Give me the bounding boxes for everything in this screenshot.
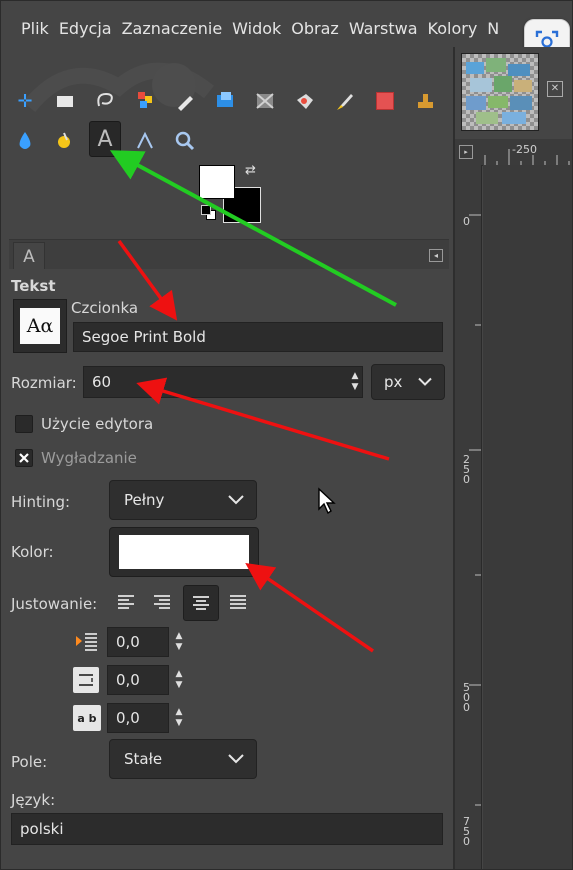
crop-icon[interactable] <box>213 89 237 113</box>
line-spacing-icon <box>73 667 99 693</box>
use-editor-label: Użycie edytora <box>41 415 154 433</box>
vruler-label-250: 250 <box>463 453 470 486</box>
justify-label: Justowanie: <box>11 595 98 613</box>
chevron-down-icon <box>228 495 244 505</box>
letter-spacing-input[interactable]: 0,0 <box>107 703 169 733</box>
clone-icon[interactable] <box>413 89 437 113</box>
justify-right-button[interactable] <box>151 591 173 613</box>
menu-edycja[interactable]: Edycja <box>59 19 112 38</box>
text-color-swatch <box>119 535 249 569</box>
eraser-icon[interactable] <box>373 89 397 113</box>
image-canvas[interactable] <box>483 165 572 869</box>
vruler-ticks <box>469 214 481 806</box>
menu-plik[interactable]: Plik <box>21 19 49 38</box>
chevron-down-icon <box>228 754 244 764</box>
vruler-label-750: 750 <box>463 815 470 848</box>
mouse-cursor-icon <box>317 487 337 515</box>
size-unit-value: px <box>384 373 403 391</box>
dodge-burn-icon[interactable] <box>13 129 37 153</box>
size-unit-select[interactable]: px <box>371 364 445 400</box>
horizontal-ruler: ▸ -250 <box>455 139 572 166</box>
align-justify-icon <box>230 595 246 609</box>
lasso-icon[interactable] <box>93 89 117 113</box>
default-colors-icon[interactable] <box>201 205 216 220</box>
menu-obraz[interactable]: Obraz <box>291 19 339 38</box>
font-label: Czcionka <box>71 299 139 317</box>
text-tool-tab-icon[interactable]: A <box>13 242 45 271</box>
letter-spacing-icon: a b <box>73 705 101 731</box>
size-label: Rozmiar: <box>11 374 77 392</box>
antialias-checkbox[interactable] <box>15 449 33 467</box>
text-color-button[interactable] <box>109 527 259 577</box>
line-spacing-stepper[interactable]: ▲ ▼ <box>169 665 189 695</box>
close-thumbnail-icon[interactable]: ✕ <box>547 81 563 97</box>
hinting-select[interactable]: Pełny <box>109 480 257 520</box>
font-preview-button[interactable]: Aα <box>13 299 67 353</box>
use-editor-checkbox[interactable] <box>15 415 33 433</box>
justify-left-button[interactable] <box>115 591 137 613</box>
rect-select-icon[interactable] <box>53 89 77 113</box>
indent-icon <box>73 629 99 655</box>
measure-icon[interactable] <box>133 129 157 153</box>
tool-options-title: Tekst <box>11 277 56 295</box>
menu-widok[interactable]: Widok <box>232 19 281 38</box>
align-center-icon <box>193 596 209 610</box>
size-stepper[interactable]: ▲ ▼ <box>345 367 365 397</box>
justify-fill-button[interactable] <box>227 591 249 613</box>
fg-bg-colors: ⇄ <box>195 161 275 251</box>
align-right-icon <box>154 595 170 609</box>
menu-zaznaczenie[interactable]: Zaznaczenie <box>122 19 223 38</box>
text-icon[interactable]: A <box>89 121 121 157</box>
hinting-value: Pełny <box>124 491 165 509</box>
tool-options-tab-bar: A ◂ <box>9 239 449 271</box>
language-input[interactable]: polski <box>11 813 443 845</box>
paths-icon[interactable] <box>53 129 77 153</box>
toolbox: ✛ A ⇄ <box>9 47 449 239</box>
line-spacing-input[interactable]: 0,0 <box>107 665 169 695</box>
paintbrush-icon[interactable] <box>333 89 357 113</box>
image-window: ✕ ▸ -250 0 250 500 750 <box>453 47 572 869</box>
check-x-icon <box>19 453 29 463</box>
language-label: Język: <box>11 791 56 809</box>
image-thumbnail[interactable] <box>461 53 539 131</box>
chevron-down-icon <box>418 377 432 386</box>
box-select[interactable]: Stałe <box>109 739 257 779</box>
indent-input[interactable]: 0,0 <box>107 627 169 657</box>
warp-icon[interactable] <box>293 89 317 113</box>
menu-next[interactable]: N <box>487 19 499 38</box>
menu-bar: Plik Edycja Zaznaczenie Widok Obraz Wars… <box>9 9 572 47</box>
vruler-label-500: 500 <box>463 681 470 714</box>
box-label: Pole: <box>11 753 48 771</box>
tab-menu-icon[interactable]: ◂ <box>429 249 443 262</box>
menu-kolory[interactable]: Kolory <box>428 19 478 38</box>
hinting-label: Hinting: <box>11 493 71 511</box>
box-value: Stałe <box>124 750 163 768</box>
align-left-icon <box>118 595 134 609</box>
swap-colors-icon[interactable]: ⇄ <box>245 163 256 178</box>
letter-spacing-stepper[interactable]: ▲ ▼ <box>169 703 189 733</box>
fuzzy-select-icon[interactable] <box>133 89 157 113</box>
move-icon[interactable]: ✛ <box>13 89 37 113</box>
vruler-label-0: 0 <box>463 215 470 228</box>
justify-center-button[interactable] <box>183 585 219 621</box>
antialias-label: Wygładzanie <box>41 449 137 467</box>
size-input[interactable]: 60 <box>83 366 363 398</box>
zoom-icon[interactable] <box>173 129 197 153</box>
color-label: Kolor: <box>11 543 54 561</box>
foreground-color-swatch[interactable] <box>199 165 235 199</box>
hruler-label: -250 <box>512 143 537 156</box>
transform-icon[interactable] <box>253 89 277 113</box>
gimp-window: Plik Edycja Zaznaczenie Widok Obraz Wars… <box>0 0 573 870</box>
indent-stepper[interactable]: ▲ ▼ <box>169 627 189 657</box>
font-preview-text: Aα <box>26 315 54 337</box>
vertical-ruler: 0 250 500 750 <box>455 165 482 869</box>
font-input[interactable]: Segoe Print Bold <box>73 322 443 352</box>
text-tool-options: Tekst Aα Czcionka Segoe Print Bold Rozmi… <box>9 269 449 869</box>
pen-icon[interactable] <box>173 89 197 113</box>
menu-warstwa[interactable]: Warstwa <box>349 19 418 38</box>
